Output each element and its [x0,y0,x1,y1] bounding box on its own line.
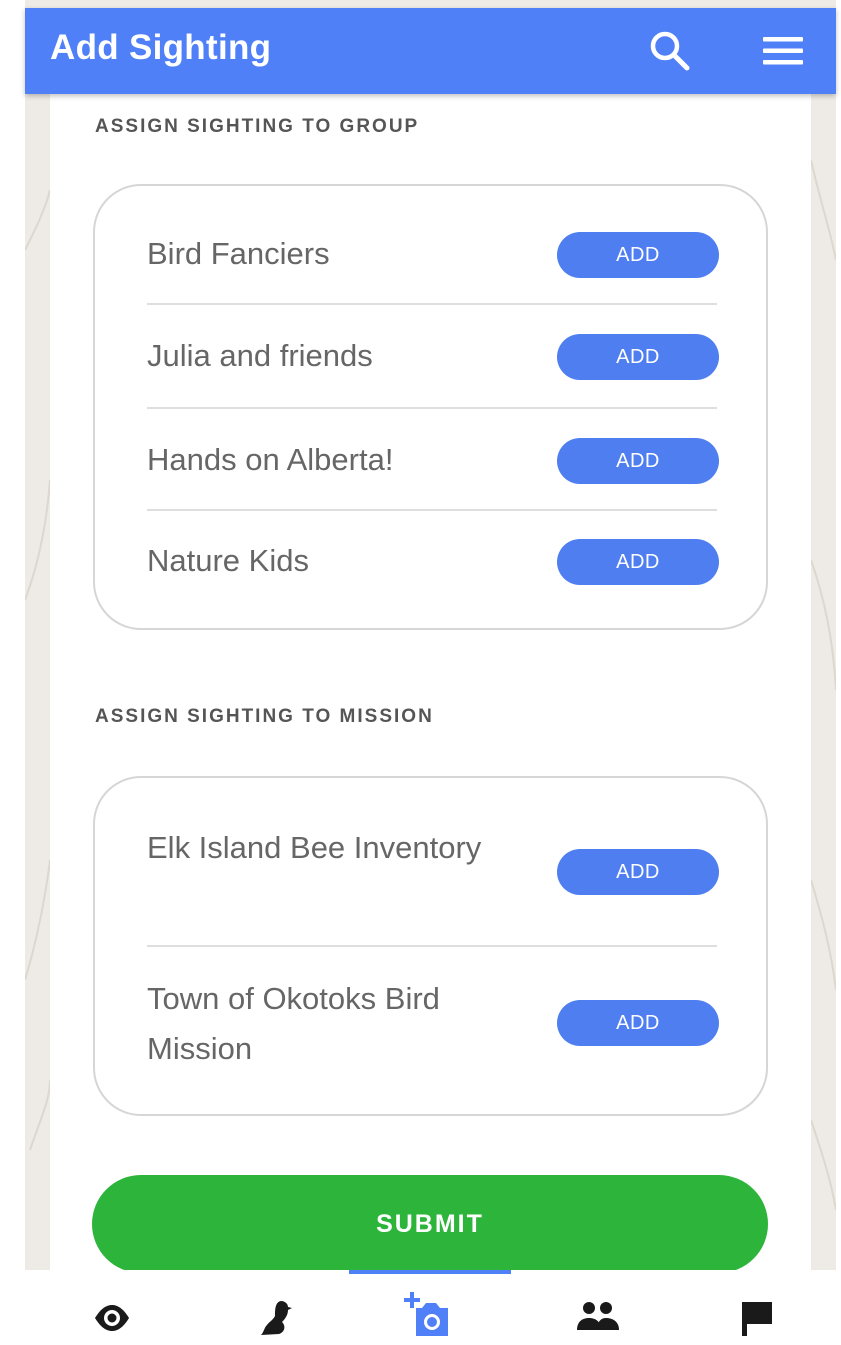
divider [147,509,717,511]
add-photo-icon [404,1292,448,1336]
search-icon [650,31,690,71]
eye-icon [95,1305,129,1331]
list-item: Julia and friends ADD [147,331,719,381]
add-group-button[interactable]: ADD [557,334,719,380]
add-group-button[interactable]: ADD [557,438,719,484]
bird-icon [261,1301,292,1335]
divider [147,945,717,947]
list-item: Nature Kids ADD [147,536,719,586]
list-item: Hands on Alberta! ADD [147,435,719,485]
nav-sightings[interactable] [72,1270,152,1345]
hamburger-menu-icon [763,37,803,65]
nav-missions[interactable] [718,1270,798,1345]
search-button[interactable] [645,26,695,76]
list-item: Elk Island Bee Inventory ADD [147,823,719,923]
add-mission-button[interactable]: ADD [557,1000,719,1046]
group-name: Julia and friends [147,338,373,373]
page-title: Add Sighting [50,28,272,67]
divider [147,407,717,409]
group-name: Nature Kids [147,543,309,578]
mission-name: Town of Okotoks Bird Mission [147,981,440,1066]
list-item: Bird Fanciers ADD [147,229,719,279]
mission-name: Elk Island Bee Inventory [147,830,482,865]
flag-icon [742,1302,772,1336]
add-mission-button[interactable]: ADD [557,849,719,895]
people-icon [577,1302,619,1330]
add-group-button[interactable]: ADD [557,232,719,278]
group-name: Hands on Alberta! [147,442,394,477]
bottom-navigation [0,1270,841,1345]
group-section-heading: ASSIGN SIGHTING TO GROUP [95,116,420,137]
nav-species[interactable] [235,1270,315,1345]
add-group-button[interactable]: ADD [557,539,719,585]
nav-add-sighting[interactable] [390,1270,470,1345]
submit-button[interactable]: SUBMIT [92,1175,768,1273]
app-bar: Add Sighting [25,8,836,94]
group-name: Bird Fanciers [147,236,330,271]
divider [147,303,717,305]
list-item: Town of Okotoks Bird Mission ADD [147,974,719,1074]
mission-list: Elk Island Bee Inventory ADD Town of Oko… [93,776,768,1116]
nav-groups[interactable] [555,1270,635,1345]
group-list: Bird Fanciers ADD Julia and friends ADD … [93,184,768,630]
mission-section-heading: ASSIGN SIGHTING TO MISSION [95,706,434,727]
menu-button[interactable] [758,26,808,76]
